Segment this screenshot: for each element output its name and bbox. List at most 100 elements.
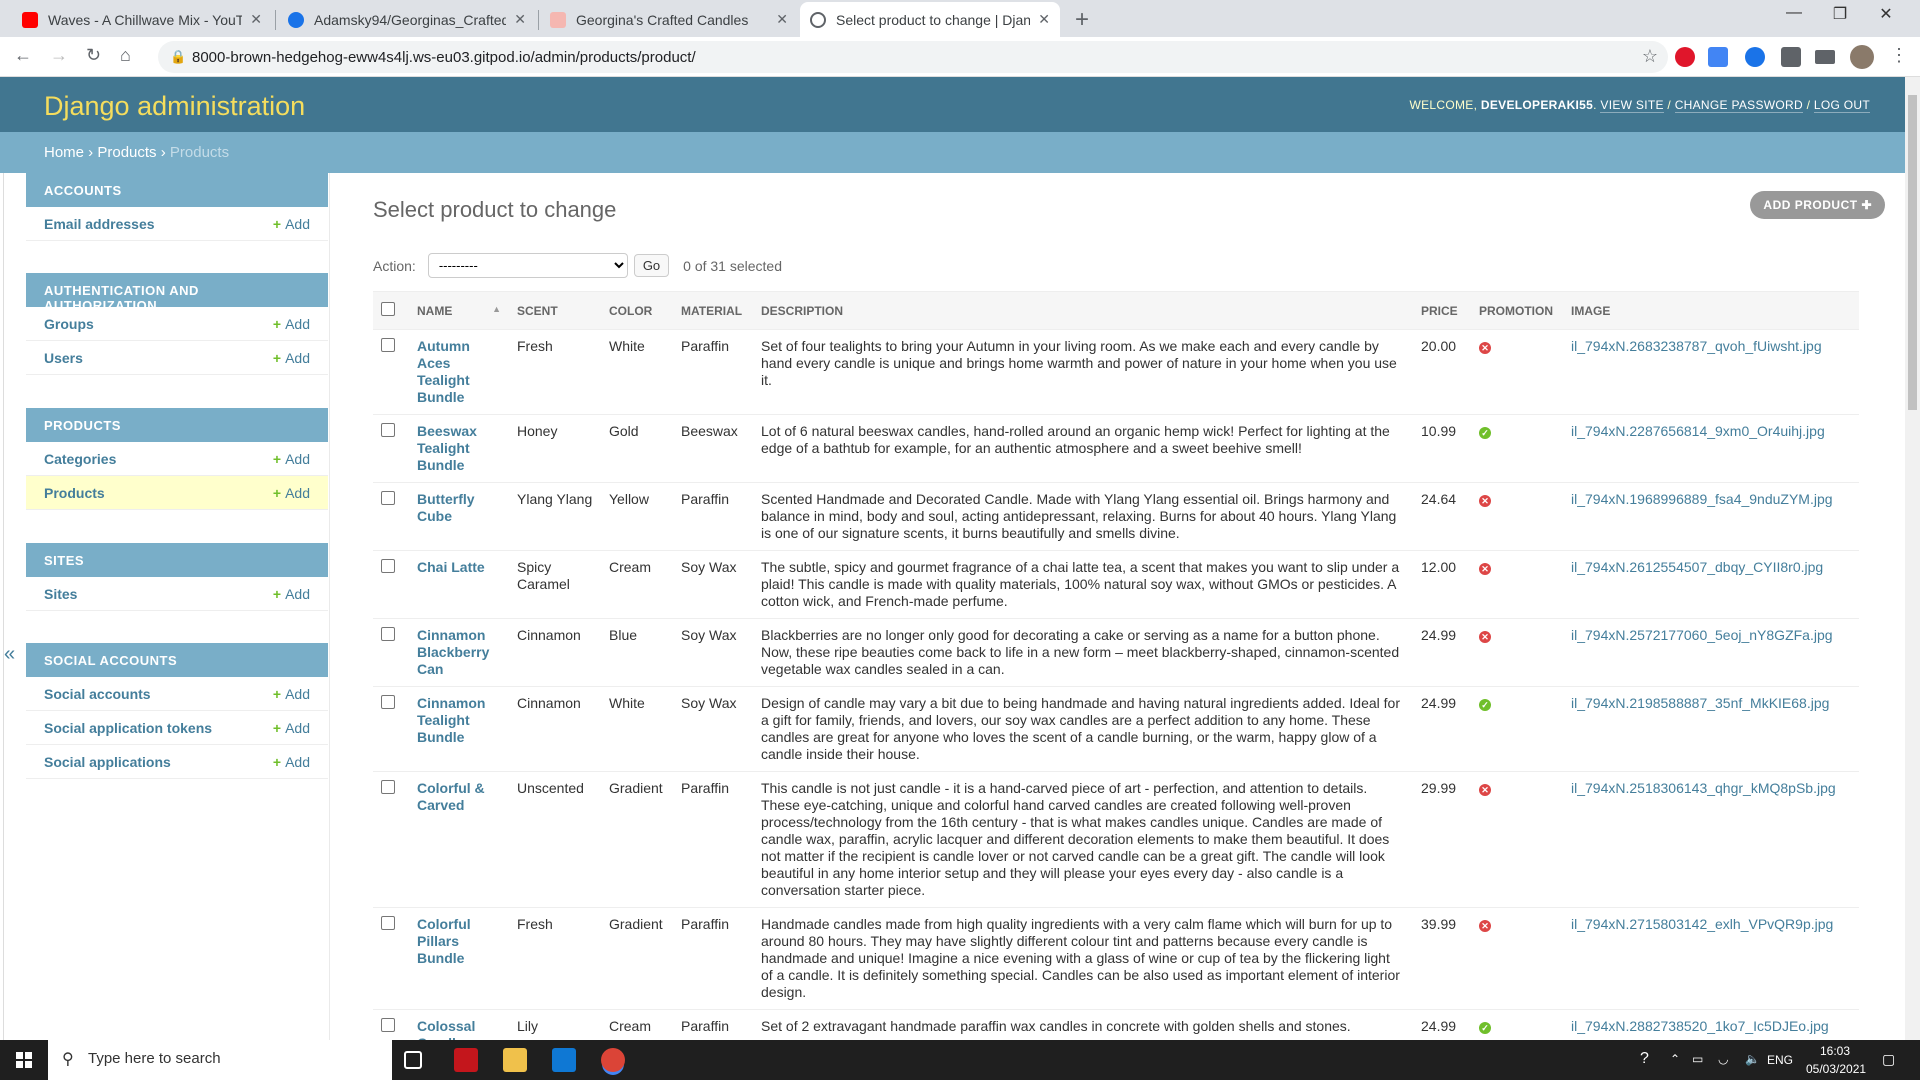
row-checkbox[interactable] <box>381 559 395 573</box>
image-link[interactable]: il_794xN.2572177060_5eoj_nY8GZFa.jpg <box>1563 618 1859 687</box>
row-checkbox[interactable] <box>381 695 395 709</box>
back-icon[interactable]: ← <box>14 45 32 66</box>
sidebar-item-label[interactable]: Social application tokens <box>44 720 273 736</box>
sidebar-item-label[interactable]: Email addresses <box>44 216 273 232</box>
column-header-color[interactable]: COLOR <box>601 291 673 330</box>
image-link[interactable]: il_794xN.1968996889_fsa4_9nduZYM.jpg <box>1563 482 1859 551</box>
product-name-link[interactable]: Autumn Aces Tealight Bundle <box>409 329 509 415</box>
row-checkbox[interactable] <box>381 916 395 930</box>
action-select[interactable]: --------- <box>427 253 628 278</box>
row-select-cell[interactable] <box>373 550 409 619</box>
sidebar-item-products[interactable]: Products + Add <box>26 476 328 510</box>
go-button[interactable]: Go <box>633 254 670 277</box>
row-select-cell[interactable] <box>373 771 409 908</box>
module-caption[interactable]: ACCOUNTS <box>26 173 328 207</box>
bookmark-star-icon[interactable]: ☆ <box>1642 46 1658 67</box>
close-icon[interactable]: ✕ <box>514 11 526 28</box>
image-link[interactable]: il_794xN.2518306143_qhgr_kMQ8pSb.jpg <box>1563 771 1859 908</box>
collapse-sidebar-icon[interactable]: « <box>4 643 15 666</box>
reload-icon[interactable]: ↻ <box>86 45 101 66</box>
sidebar-item-email-addresses[interactable]: Email addresses + Add <box>26 207 328 241</box>
chrome-icon[interactable] <box>601 1048 625 1072</box>
row-select-cell[interactable] <box>373 414 409 483</box>
row-select-cell[interactable] <box>373 686 409 772</box>
add-link[interactable]: + Add <box>273 350 310 366</box>
sidebar-item-social-application-tokens[interactable]: Social application tokens + Add <box>26 711 328 745</box>
add-link[interactable]: + Add <box>273 451 310 467</box>
add-link[interactable]: + Add <box>273 316 310 332</box>
sort-ascending-icon[interactable]: ▲ <box>492 304 501 314</box>
module-caption[interactable]: SITES <box>26 543 328 577</box>
help-icon[interactable]: ? <box>1640 1050 1649 1068</box>
language-indicator[interactable]: ENG <box>1767 1053 1793 1067</box>
column-header-promotion[interactable]: PROMOTION <box>1471 291 1563 330</box>
new-tab-icon[interactable]: + <box>1075 6 1089 34</box>
row-checkbox[interactable] <box>381 423 395 437</box>
image-link[interactable]: il_794xN.2882738520_1ko7_Ic5DJEo.jpg <box>1563 1009 1859 1040</box>
select-all-header[interactable] <box>373 291 409 330</box>
taskbar-search-input[interactable]: ⚲ Type here to search <box>48 1040 392 1080</box>
module-caption[interactable]: AUTHENTICATION AND AUTHORIZATION <box>26 273 328 313</box>
image-link[interactable]: il_794xN.2683238787_qvoh_fUiwsht.jpg <box>1563 329 1859 415</box>
image-link[interactable]: il_794xN.2612554507_dbqy_CYII8r0.jpg <box>1563 550 1859 619</box>
translate-extension-icon[interactable] <box>1708 47 1728 67</box>
sidebar-item-label[interactable]: Groups <box>44 316 273 332</box>
close-icon[interactable]: ✕ <box>776 11 788 28</box>
clock-time[interactable]: 16:03 <box>1820 1044 1850 1058</box>
product-name-link[interactable]: Colorful & Carved <box>409 771 509 908</box>
tray-chevron-icon[interactable]: ⌃ <box>1670 1052 1680 1066</box>
row-checkbox[interactable] <box>381 627 395 641</box>
page-scrollbar[interactable] <box>1905 77 1920 1040</box>
row-checkbox[interactable] <box>381 1018 395 1032</box>
column-header-name[interactable]: NAME ▲ <box>409 291 509 330</box>
gitpod-extension-icon[interactable] <box>1745 47 1765 67</box>
sidebar-item-sites[interactable]: Sites + Add <box>26 577 328 611</box>
sidebar-item-categories[interactable]: Categories + Add <box>26 442 328 476</box>
row-checkbox[interactable] <box>381 491 395 505</box>
sidebar-item-label[interactable]: Social accounts <box>44 686 273 702</box>
extensions-puzzle-icon[interactable] <box>1781 47 1801 67</box>
restore-icon[interactable]: ❐ <box>1817 4 1863 24</box>
add-link[interactable]: + Add <box>273 586 310 602</box>
module-caption[interactable]: SOCIAL ACCOUNTS <box>26 643 328 677</box>
avatar[interactable] <box>1850 45 1874 69</box>
lock-icon[interactable]: 🔒 <box>170 49 186 65</box>
add-link[interactable]: + Add <box>273 216 310 232</box>
sidebar-item-users[interactable]: Users + Add <box>26 341 328 375</box>
add-link[interactable]: + Add <box>273 485 310 501</box>
minimize-icon[interactable]: — <box>1771 4 1817 22</box>
row-checkbox[interactable] <box>381 338 395 352</box>
sidebar-item-label[interactable]: Users <box>44 350 273 366</box>
mail-icon[interactable] <box>552 1048 576 1072</box>
change-password-link[interactable]: CHANGE PASSWORD <box>1674 98 1803 113</box>
media-control-icon[interactable] <box>1815 50 1835 64</box>
sidebar-item-label[interactable]: Sites <box>44 586 273 602</box>
url-text[interactable]: 8000-brown-hedgehog-eww4s4lj.ws-eu03.git… <box>192 49 696 66</box>
windows-start-icon[interactable] <box>16 1052 32 1068</box>
product-name-link[interactable]: Cinnamon Tealight Bundle <box>409 686 509 772</box>
add-link[interactable]: + Add <box>273 686 310 702</box>
clock-date[interactable]: 05/03/2021 <box>1806 1062 1866 1076</box>
breadcrumb-home[interactable]: Home <box>44 144 84 161</box>
home-icon[interactable]: ⌂ <box>120 45 131 66</box>
site-brand[interactable]: Django administration <box>44 91 305 122</box>
window-close-icon[interactable]: ✕ <box>1863 4 1909 24</box>
sidebar-item-label[interactable]: Categories <box>44 451 273 467</box>
forward-icon[interactable]: → <box>50 45 68 66</box>
pdf-app-icon[interactable] <box>454 1048 478 1072</box>
file-explorer-icon[interactable] <box>503 1048 527 1072</box>
column-header-image[interactable]: IMAGE <box>1563 291 1859 330</box>
product-name-link[interactable]: Butterfly Cube <box>409 482 509 551</box>
product-name-link[interactable]: Colorful Pillars Bundle <box>409 907 509 1010</box>
view-site-link[interactable]: VIEW SITE <box>1600 98 1664 113</box>
image-link[interactable]: il_794xN.2715803142_exlh_VPvQR9p.jpg <box>1563 907 1859 1010</box>
tab-github[interactable]: Adamsky94/Georginas_Crafted_Candles ✕ <box>278 2 536 37</box>
select-all-checkbox[interactable] <box>381 302 395 316</box>
tab-admin[interactable]: Select product to change | Django site a… <box>800 2 1060 37</box>
menu-dots-icon[interactable]: ⋮ <box>1890 45 1908 66</box>
address-bar[interactable]: 🔒 8000-brown-hedgehog-eww4s4lj.ws-eu03.g… <box>158 41 1668 73</box>
breadcrumb-app[interactable]: Products <box>97 144 156 161</box>
row-checkbox[interactable] <box>381 780 395 794</box>
network-icon[interactable]: ▭ <box>1692 1052 1703 1066</box>
logout-link[interactable]: LOG OUT <box>1813 98 1870 113</box>
